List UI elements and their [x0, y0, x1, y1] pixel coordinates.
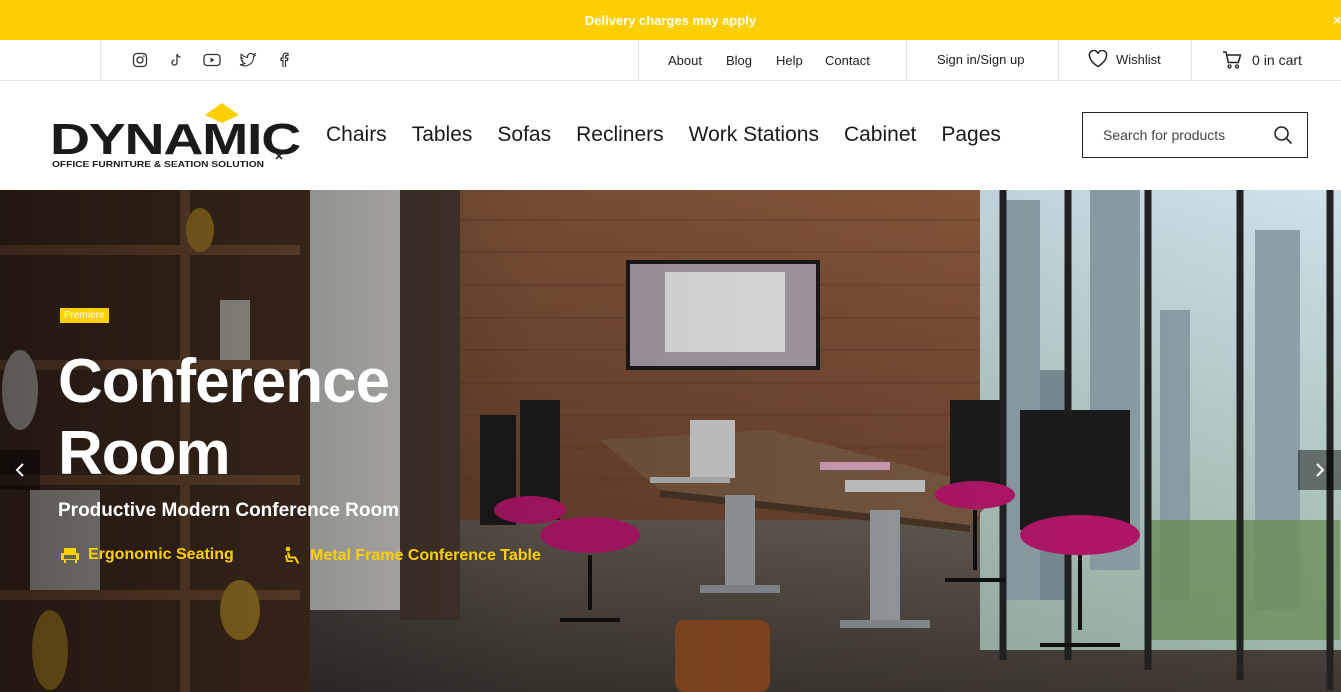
- chevron-right-icon: [1315, 463, 1324, 477]
- announcement-text: Delivery charges may apply: [584, 12, 757, 28]
- twitter-icon[interactable]: [238, 51, 258, 69]
- nav-cabinet[interactable]: Cabinet: [844, 123, 916, 147]
- divider: [1058, 40, 1059, 80]
- heart-icon: [1088, 50, 1108, 68]
- divider: [100, 40, 101, 80]
- contact-link[interactable]: Contact: [825, 53, 885, 68]
- signin-link[interactable]: Sign in/Sign up: [937, 52, 1024, 67]
- search-icon[interactable]: [1273, 125, 1293, 145]
- hero-subtitle: Productive Modern Conference Room: [58, 500, 399, 521]
- nav-tables[interactable]: Tables: [412, 123, 473, 147]
- blog-link[interactable]: Blog: [726, 53, 776, 68]
- cart-label: in cart: [1263, 52, 1302, 68]
- utility-nav: About Blog Help Contact: [668, 40, 885, 80]
- feature-label: Ergonomic Seating: [88, 546, 234, 563]
- nav-sofas[interactable]: Sofas: [497, 123, 551, 147]
- cart-button[interactable]: 0 in cart: [1222, 50, 1302, 70]
- nav-recliners[interactable]: Recliners: [576, 123, 664, 147]
- announcement-bar: Delivery charges may apply ×: [0, 0, 1341, 40]
- logo[interactable]: DYNAMIC OFFICE FURNITURE & SEATION SOLUT…: [50, 101, 301, 171]
- hero-title-line2: Room: [58, 419, 231, 488]
- hero-banner: Premiere Conference Room Productive Mode…: [0, 190, 1341, 692]
- youtube-icon[interactable]: [202, 51, 222, 69]
- seated-person-icon: [285, 546, 300, 564]
- tiktok-icon[interactable]: [166, 51, 186, 69]
- feature-ergonomic-seating: Ergonomic Seating: [60, 546, 234, 564]
- instagram-icon[interactable]: [130, 51, 150, 69]
- hero-title-line1: Conference: [58, 347, 390, 416]
- feature-metal-frame-table: Metal Frame Conference Table: [282, 546, 541, 566]
- svg-text:OFFICE FURNITURE & SEATION SOL: OFFICE FURNITURE & SEATION SOLUTION: [52, 159, 264, 169]
- wishlist-label: Wishlist: [1116, 51, 1161, 67]
- facebook-icon[interactable]: [274, 51, 294, 69]
- nav-chairs[interactable]: Chairs: [326, 123, 387, 147]
- divider: [906, 40, 907, 80]
- wishlist-button[interactable]: Wishlist: [1088, 50, 1161, 68]
- search-box: [1082, 112, 1308, 158]
- chevron-left-icon: [15, 463, 24, 477]
- carousel-prev-button[interactable]: [0, 450, 40, 490]
- feature-label: Metal Frame Conference Table: [310, 547, 541, 564]
- social-links: [130, 51, 294, 69]
- nav-pages[interactable]: Pages: [941, 123, 1001, 147]
- svg-text:DYNAMIC: DYNAMIC: [50, 115, 300, 164]
- help-link[interactable]: Help: [776, 53, 825, 68]
- top-bar: About Blog Help Contact Sign in/Sign up …: [0, 40, 1341, 81]
- search-input[interactable]: [1103, 127, 1273, 143]
- main-nav: Chairs Tables Sofas Recliners Work Stati…: [326, 123, 1026, 147]
- about-link[interactable]: About: [668, 53, 726, 68]
- cart-count: 0: [1252, 52, 1260, 68]
- divider: [1191, 40, 1192, 80]
- cart-icon: [1223, 51, 1242, 69]
- nav-work-stations[interactable]: Work Stations: [689, 123, 819, 147]
- main-header: DYNAMIC OFFICE FURNITURE & SEATION SOLUT…: [0, 81, 1341, 190]
- close-icon[interactable]: ×: [1333, 12, 1341, 28]
- armchair-icon: [61, 548, 79, 563]
- hero-title: Conference Room: [58, 346, 478, 490]
- carousel-next-button[interactable]: [1298, 450, 1341, 490]
- divider: [638, 40, 639, 80]
- premiere-badge: Premiere: [60, 308, 109, 323]
